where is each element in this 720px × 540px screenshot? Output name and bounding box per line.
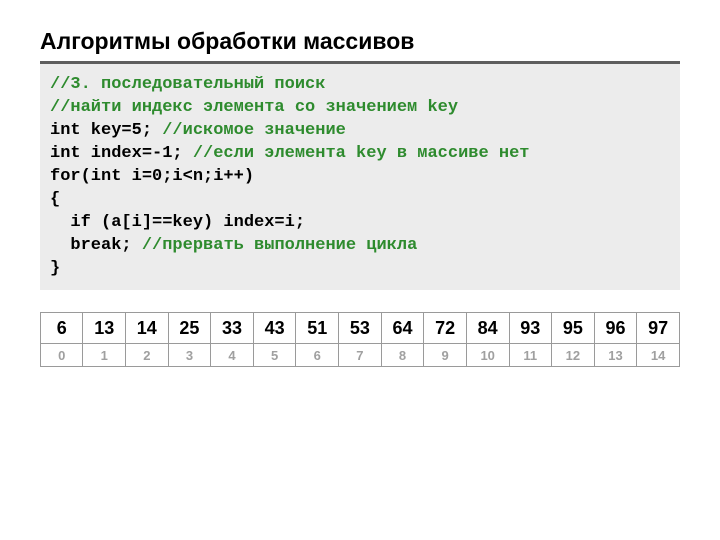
array-value-cell: 64 (381, 313, 424, 344)
array-value-cell: 53 (339, 313, 382, 344)
array-index-cell: 10 (466, 344, 509, 367)
array-value-cell: 25 (168, 313, 211, 344)
array-index-cell: 9 (424, 344, 467, 367)
array-value-cell: 84 (466, 313, 509, 344)
array-value-cell: 33 (211, 313, 254, 344)
array-value-cell: 43 (253, 313, 296, 344)
array-value-cell: 51 (296, 313, 339, 344)
array-index-cell: 4 (211, 344, 254, 367)
array-value-cell: 93 (509, 313, 552, 344)
array-value-cell: 95 (552, 313, 595, 344)
code-comment: //прервать выполнение цикла (142, 236, 417, 255)
array-value-cell: 13 (83, 313, 126, 344)
code-text: int index=-1; (50, 144, 193, 163)
array-index-cell: 11 (509, 344, 552, 367)
array-index-cell: 6 (296, 344, 339, 367)
array-value-cell: 97 (637, 313, 680, 344)
code-comment: //3. последовательный поиск (50, 75, 325, 94)
array-value-cell: 72 (424, 313, 467, 344)
array-index-cell: 0 (41, 344, 83, 367)
array-value-cell: 6 (41, 313, 83, 344)
array-value-cell: 14 (126, 313, 169, 344)
array-index-cell: 5 (253, 344, 296, 367)
code-text: for(int i=0;i<n;i++) (50, 167, 254, 186)
code-comment: //искомое значение (162, 121, 346, 140)
array-index-cell: 7 (339, 344, 382, 367)
array-index-cell: 13 (594, 344, 637, 367)
code-comment: //если элемента key в массиве нет (193, 144, 530, 163)
array-index-cell: 12 (552, 344, 595, 367)
code-comment: //найти индекс элемента со значением key (50, 98, 458, 117)
array-index-cell: 14 (637, 344, 680, 367)
slide-title: Алгоритмы обработки массивов (40, 28, 680, 55)
code-text: { (50, 190, 60, 209)
array-index-cell: 8 (381, 344, 424, 367)
array-index-cell: 2 (126, 344, 169, 367)
array-table: 61314253343515364728493959697 0123456789… (40, 312, 680, 367)
code-text: if (a[i]==key) index=i; (50, 213, 305, 232)
array-indices-row: 01234567891011121314 (41, 344, 680, 367)
array-value-cell: 96 (594, 313, 637, 344)
code-text: } (50, 259, 60, 278)
array-values-row: 61314253343515364728493959697 (41, 313, 680, 344)
code-text: break; (50, 236, 142, 255)
code-block: //3. последовательный поиск //найти инде… (40, 64, 680, 290)
array-index-cell: 1 (83, 344, 126, 367)
array-index-cell: 3 (168, 344, 211, 367)
code-text: int key=5; (50, 121, 162, 140)
